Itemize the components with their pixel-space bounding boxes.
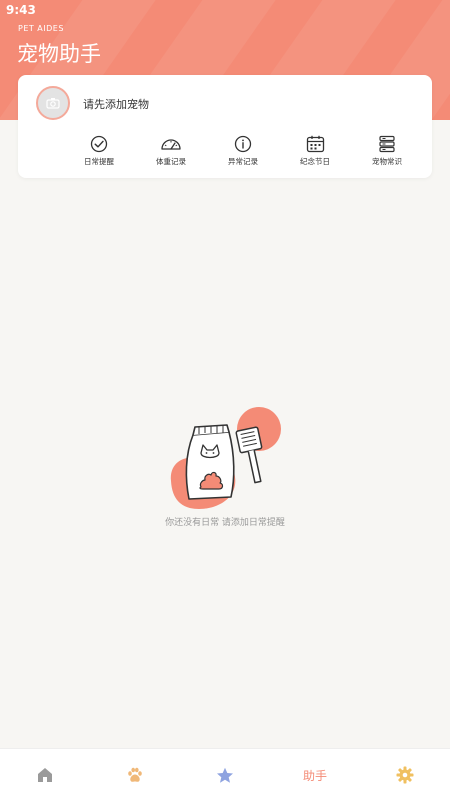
check-circle-icon bbox=[90, 135, 108, 153]
empty-state-message: 你还没有日常 请添加日常提醒 bbox=[165, 518, 285, 528]
feature-abnormal-record[interactable]: 异常记录 bbox=[208, 135, 278, 169]
camera-icon bbox=[46, 98, 60, 109]
feature-label: 纪念节日 bbox=[300, 157, 330, 166]
nav-assistant-label: 助手 bbox=[302, 768, 327, 783]
star-icon bbox=[217, 767, 233, 783]
feature-label: 体重记录 bbox=[156, 157, 186, 166]
status-time: 9:43 bbox=[6, 3, 36, 17]
app-screen: 9:43 PET AIDES 宠物助手 请先添加宠物 日常提醒 体重记录 异常记… bbox=[0, 0, 450, 800]
nav-settings[interactable] bbox=[360, 749, 450, 800]
pet-card: 请先添加宠物 日常提醒 体重记录 异常记录 纪念节日 宠物常识 bbox=[18, 75, 432, 178]
info-circle-icon bbox=[234, 135, 252, 153]
database-icon bbox=[379, 135, 395, 153]
nav-assistant[interactable]: 助手 bbox=[270, 749, 360, 800]
empty-state-illustration bbox=[170, 407, 281, 509]
paw-icon bbox=[128, 767, 142, 782]
gauge-icon bbox=[161, 139, 181, 150]
feature-daily-reminder[interactable]: 日常提醒 bbox=[64, 135, 134, 169]
feature-row: 日常提醒 体重记录 异常记录 纪念节日 宠物常识 bbox=[54, 135, 418, 169]
nav-home[interactable] bbox=[0, 749, 90, 800]
add-pet-prompt[interactable]: 请先添加宠物 bbox=[83, 96, 149, 112]
feature-label: 宠物常识 bbox=[372, 157, 402, 166]
nav-favorites[interactable] bbox=[180, 749, 270, 800]
house-icon bbox=[38, 768, 52, 782]
bottom-nav: 助手 bbox=[0, 748, 450, 800]
feature-label: 日常提醒 bbox=[84, 157, 114, 166]
page-title: 宠物助手 bbox=[17, 42, 101, 66]
feature-label: 异常记录 bbox=[228, 157, 258, 166]
feature-anniversary[interactable]: 纪念节日 bbox=[280, 135, 350, 169]
nav-pets[interactable] bbox=[90, 749, 180, 800]
feature-weight-record[interactable]: 体重记录 bbox=[136, 135, 206, 169]
feature-pet-knowledge[interactable]: 宠物常识 bbox=[352, 135, 422, 169]
app-subtitle: PET AIDES bbox=[18, 24, 64, 33]
gear-icon bbox=[396, 766, 414, 784]
pet-avatar-button[interactable] bbox=[36, 86, 70, 120]
calendar-icon bbox=[306, 135, 324, 153]
